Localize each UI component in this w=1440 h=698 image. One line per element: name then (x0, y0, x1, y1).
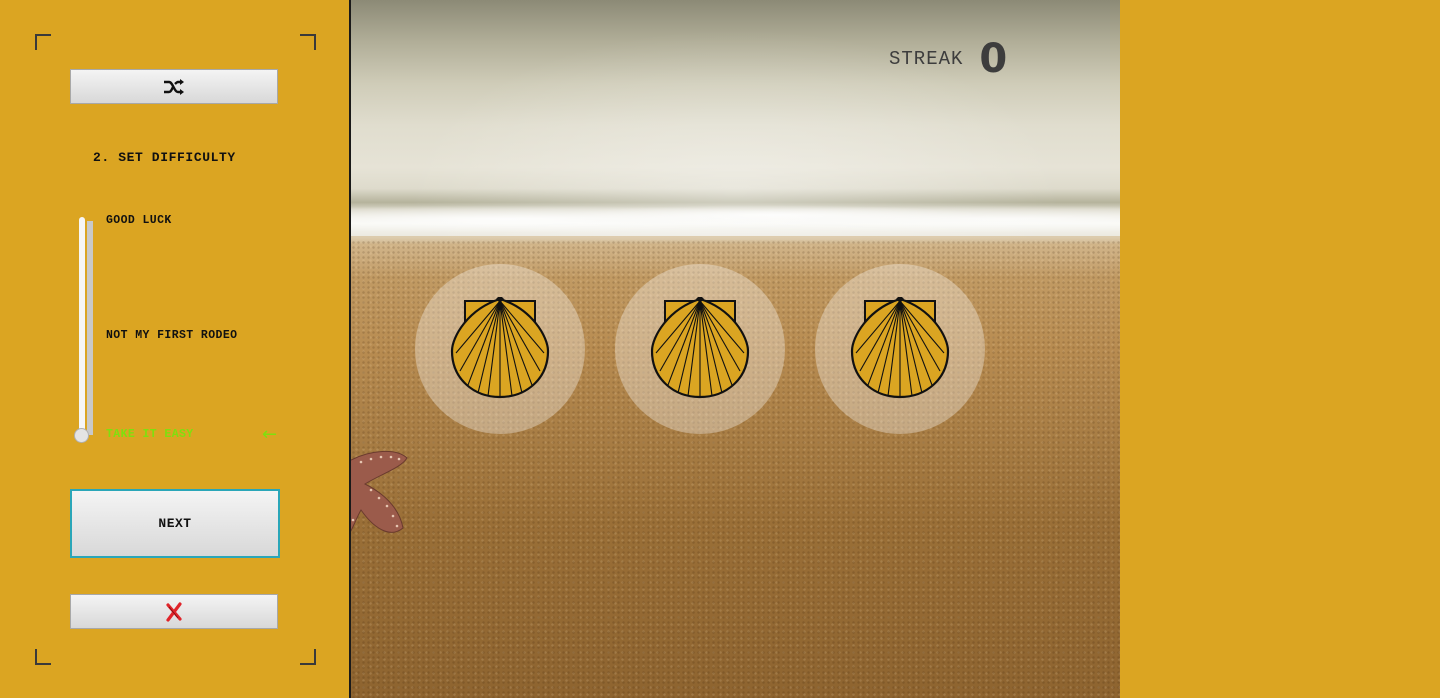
level-take-it-easy[interactable]: TAKE IT EASY (106, 428, 194, 441)
level-not-my-first-rodeo[interactable]: NOT MY FIRST RODEO (106, 329, 237, 342)
streak-counter: STREAK 0 (889, 36, 1007, 82)
wave-foam (351, 195, 1120, 235)
control-panel: 2. SET DIFFICULTY GOOD LUCK NOT MY FIRST… (0, 0, 351, 698)
shell-slot-2[interactable] (615, 264, 785, 434)
difficulty-slider-shadow (87, 221, 93, 435)
difficulty-slider-knob[interactable] (74, 428, 89, 443)
streak-value: 0 (979, 36, 1008, 82)
starfish-decoration (351, 451, 408, 533)
level-good-luck[interactable]: GOOD LUCK (106, 214, 172, 227)
scallop-shell-icon (650, 297, 750, 399)
step-title: 2. SET DIFFICULTY (93, 150, 236, 165)
difficulty-slider-track[interactable] (79, 217, 85, 435)
close-x-icon (166, 601, 182, 622)
left-arrow-icon: ← (262, 424, 278, 445)
frame-corner-bottom-right (300, 649, 316, 665)
shuffle-button[interactable] (70, 69, 278, 104)
streak-label: STREAK (889, 48, 964, 70)
scallop-shell-icon (450, 297, 550, 399)
shell-slot-1[interactable] (415, 264, 585, 434)
shuffle-icon (164, 78, 184, 95)
game-board: STREAK 0 (351, 0, 1120, 698)
frame-corner-top-left (35, 34, 51, 50)
frame-corner-bottom-left (35, 649, 51, 665)
next-button[interactable]: NEXT (70, 489, 280, 558)
frame-corner-top-right (300, 34, 316, 50)
scallop-shell-icon (850, 297, 950, 399)
next-button-label: NEXT (158, 516, 192, 531)
shell-slot-3[interactable] (815, 264, 985, 434)
close-button[interactable] (70, 594, 278, 629)
